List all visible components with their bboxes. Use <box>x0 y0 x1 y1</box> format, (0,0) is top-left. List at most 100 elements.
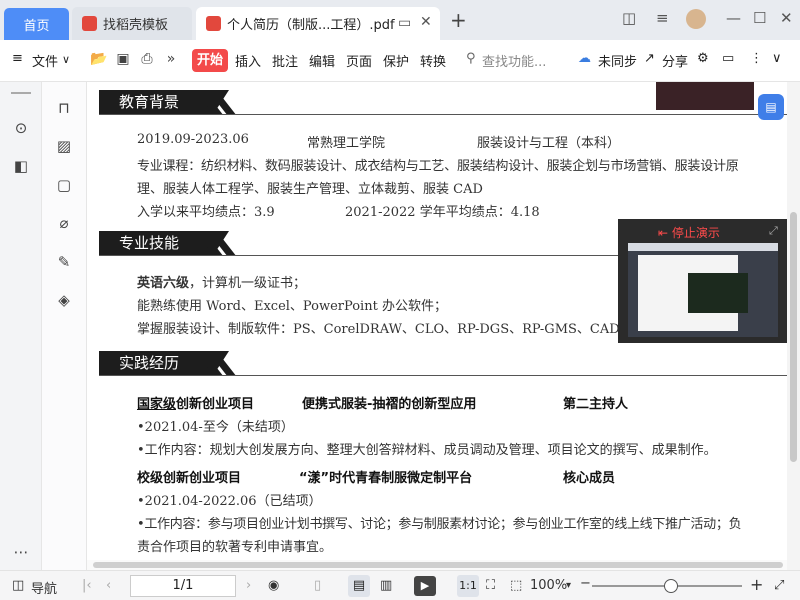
comment-panel-icon[interactable]: ▢ <box>54 175 74 195</box>
left-rail-tools: ⊓ ▨ ▢ ⌀ ✎ ◈ <box>42 82 87 570</box>
tab-annotate[interactable]: 批注 <box>272 51 298 70</box>
settings-icon[interactable]: ⚙ <box>697 51 709 66</box>
zoom-dropdown-icon[interactable]: ▾ <box>566 580 571 591</box>
skill-language: 英语六级，计算机一级证书； <box>137 272 306 291</box>
comment-icon[interactable]: ▭ <box>722 51 734 66</box>
user-avatar[interactable] <box>686 9 706 29</box>
project1-date: •2021.04-至今（未结项） <box>137 420 294 435</box>
fit-width-icon[interactable]: ⬚ <box>510 578 522 593</box>
navigation-panel-icon[interactable]: ◫ <box>12 578 24 593</box>
actual-size-icon[interactable]: 1:1 <box>457 575 479 597</box>
attachment-icon[interactable]: ⌀ <box>54 213 74 233</box>
tab-home-label: 首页 <box>23 18 50 34</box>
maximize-icon[interactable]: ☐ <box>753 9 766 27</box>
project1-work: •工作内容：规划大创发展方向、整理大创答辩材料、成员调动及管理、项目论文的撰写、… <box>137 443 717 458</box>
main-toolbar: ≡ 文件 ∨ 📂 ▣ ⎙ » 开始 插入 批注 编辑 页面 保护 转换 ⚲ 查找… <box>0 40 800 82</box>
layers-icon[interactable]: ◈ <box>54 290 74 310</box>
share-button[interactable]: 分享 <box>662 51 688 70</box>
project2-date: •2021.04-2022.06（已结项） <box>137 494 322 509</box>
feature-search-input[interactable]: 查找功能... <box>482 51 546 70</box>
more-options-icon[interactable]: ⋮ <box>750 51 763 66</box>
docer-logo-icon <box>82 16 97 31</box>
skill-cert: ，计算机一级证书； <box>189 276 307 291</box>
more-chevron-icon[interactable]: » <box>162 50 180 68</box>
zoom-out-button[interactable]: − <box>580 576 591 591</box>
previous-page-icon[interactable]: ‹ <box>106 578 111 593</box>
sync-status[interactable]: 未同步 <box>598 51 637 70</box>
drag-handle[interactable] <box>11 92 31 94</box>
project2-work-line2: 责合作项目的软著专利申请事宜。 <box>137 540 333 555</box>
eye-protection-icon[interactable]: ◉ <box>268 578 279 593</box>
edu-courses-line2: 理、服装人体工程学、服装生产管理、立体裁剪、服装 CAD <box>137 182 483 197</box>
document-assistant-icon[interactable]: ▤ <box>758 94 784 120</box>
status-bar: ◫ 导航 |‹ ‹ 1/1 › ◉ ▯ ▤ ▥ ▶ 1:1 ⛶ ⬚ 100% ▾… <box>0 570 800 600</box>
next-page-icon[interactable]: › <box>246 578 251 593</box>
layout-icon[interactable]: ◫ <box>622 9 636 27</box>
menu-lines-icon[interactable]: ≡ <box>656 9 669 27</box>
tab-page[interactable]: 页面 <box>346 51 372 70</box>
close-window-icon[interactable]: ✕ <box>780 9 793 27</box>
stop-presenting-button[interactable]: ⇤ 停止演示 <box>658 224 720 241</box>
continuous-page-icon[interactable]: ▤ <box>348 575 370 597</box>
project1-role: 第二主持人 <box>563 397 629 412</box>
save-icon[interactable]: ▣ <box>114 50 132 68</box>
fit-page-icon[interactable]: ⛶ <box>486 578 495 593</box>
image-thumbnail-icon[interactable]: ▨ <box>54 136 74 156</box>
pdf-file-icon <box>206 16 221 31</box>
open-folder-icon[interactable]: 📂 <box>90 50 108 68</box>
edu-school: 常熟理工学院 <box>307 136 386 151</box>
collapse-chevron-icon[interactable]: ∨ <box>772 51 782 66</box>
close-tab-icon[interactable]: ✕ <box>420 14 432 30</box>
horizontal-scrollbar[interactable] <box>87 560 787 570</box>
tab-insert[interactable]: 插入 <box>235 51 261 70</box>
edu-period: 2019.09-2023.06 <box>137 132 249 147</box>
section-divider <box>99 375 787 376</box>
tab-edit[interactable]: 编辑 <box>309 51 335 70</box>
fullscreen-icon[interactable]: ⤢ <box>774 578 784 593</box>
tab-document-label: 个人简历（制版...工程）.pdf <box>227 18 395 33</box>
play-presentation-icon[interactable]: ▶ <box>414 576 436 596</box>
skill-cet6: 英语六级 <box>137 276 190 291</box>
tab-home[interactable]: 首页 <box>4 8 69 40</box>
single-page-icon[interactable]: ▯ <box>314 578 321 593</box>
tab-convert[interactable]: 转换 <box>420 51 446 70</box>
page-number-input[interactable]: 1/1 <box>130 575 236 597</box>
file-menu[interactable]: 文件 <box>32 51 58 70</box>
chevron-down-icon[interactable]: ∨ <box>62 53 70 66</box>
signature-pen-icon[interactable]: ✎ <box>54 252 74 272</box>
two-page-icon[interactable]: ▥ <box>380 578 392 593</box>
zoom-in-button[interactable]: + <box>750 575 763 594</box>
tab-template[interactable]: 找稻壳模板 <box>72 7 192 40</box>
minimize-icon[interactable]: — <box>726 9 741 27</box>
hamburger-icon[interactable]: ≡ <box>12 51 23 66</box>
ocr-search-icon[interactable]: ⊙ <box>11 118 31 138</box>
print-icon[interactable]: ⎙ <box>138 50 156 68</box>
preview-image <box>688 273 748 313</box>
first-page-icon[interactable]: |‹ <box>82 578 92 593</box>
stop-presenting-label: 停止演示 <box>671 226 720 240</box>
project1-name: 创新创业项目 <box>176 397 255 412</box>
vertical-scroll-thumb[interactable] <box>790 212 797 462</box>
skill-software: 掌握服装设计、制版软件：PS、CorelDRAW、CLO、RP-DGS、RP-G… <box>137 322 620 337</box>
resume-photo <box>656 82 754 110</box>
more-dots-icon[interactable]: ⋯ <box>11 542 31 562</box>
pin-window-icon[interactable]: ▭ <box>398 15 411 31</box>
tab-document[interactable]: 个人简历（制版...工程）.pdf ▭ ✕ <box>196 7 440 40</box>
zoom-level[interactable]: 100% <box>530 578 567 593</box>
tab-start[interactable]: 开始 <box>192 49 228 72</box>
bookmark-icon[interactable]: ⊓ <box>54 98 74 118</box>
horizontal-scroll-thumb[interactable] <box>93 562 783 568</box>
edu-gpa-year: 2021-2022 学年平均绩点：4.18 <box>345 205 540 220</box>
navigation-toggle[interactable]: 导航 <box>31 578 57 597</box>
project2-topic: “漾”时代青春制服微定制平台 <box>299 471 473 486</box>
edu-courses-line1: 专业课程：纺织材料、数码服装设计、成衣结构与工艺、服装结构设计、服装企划与市场营… <box>137 159 739 174</box>
search-icon[interactable]: ⚲ <box>466 51 476 66</box>
new-tab-button[interactable]: + <box>450 8 467 32</box>
project2-name: 校级创新创业项目 <box>137 471 242 486</box>
tab-bar: 首页 找稻壳模板 个人简历（制版...工程）.pdf ▭ ✕ + ◫ ≡ — ☐… <box>0 0 800 40</box>
reading-mode-icon[interactable]: ◧ <box>11 156 31 176</box>
zoom-slider-knob[interactable] <box>664 579 678 593</box>
vertical-scrollbar[interactable] <box>787 82 800 570</box>
expand-icon[interactable]: ⤢ <box>769 224 778 238</box>
tab-protect[interactable]: 保护 <box>383 51 409 70</box>
